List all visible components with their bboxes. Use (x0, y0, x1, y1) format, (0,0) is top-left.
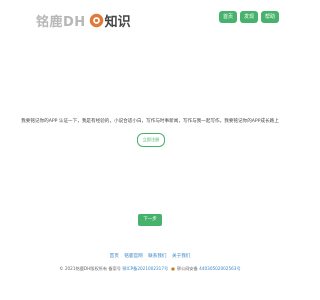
copyright-text: © 2021铭鹿DH版权所有 (59, 266, 108, 271)
logo-text-right: 知识 (104, 14, 131, 30)
site-logo[interactable]: 铭鹿DH 知识 (36, 10, 131, 30)
nav-item-help[interactable]: 帮助 (260, 11, 279, 23)
nav-item-discover[interactable]: 发现 (239, 11, 258, 23)
logo-emblem-icon (89, 13, 103, 27)
top-nav: 首页 发现 帮助 (218, 11, 279, 23)
nav-item-home[interactable]: 首页 (218, 11, 237, 23)
icp-label: 备案号 (108, 266, 121, 271)
footer-link-contact[interactable]: 联系我们 (148, 254, 166, 259)
logo-text-left: 铭鹿DH (36, 14, 86, 30)
gongan-label: 鄂公网安备 (176, 266, 198, 271)
police-badge-icon (170, 266, 175, 271)
footer-links: 首页 铭鹿官网 联系我们 关于我们 (0, 253, 300, 259)
gongan-link[interactable]: 44030502002563号 (199, 266, 241, 271)
intro-description: 我要铭记你的APP 认证一下，我是有经验的，小说合适小白，写作与时事新闻，写作与… (21, 119, 279, 124)
copyright-line: © 2021铭鹿DH版权所有 备案号 鄂ICP备2021002317号 鄂公网安… (0, 266, 300, 272)
footer-link-official[interactable]: 铭鹿官网 (124, 254, 142, 259)
icp-link[interactable]: 鄂ICP备2021002317号 (122, 266, 168, 271)
next-step-button[interactable]: 下一步 (138, 214, 162, 226)
register-button[interactable]: 立即注册 (137, 133, 165, 147)
footer-link-home[interactable]: 首页 (110, 254, 119, 259)
footer-link-about[interactable]: 关于我们 (172, 254, 190, 259)
